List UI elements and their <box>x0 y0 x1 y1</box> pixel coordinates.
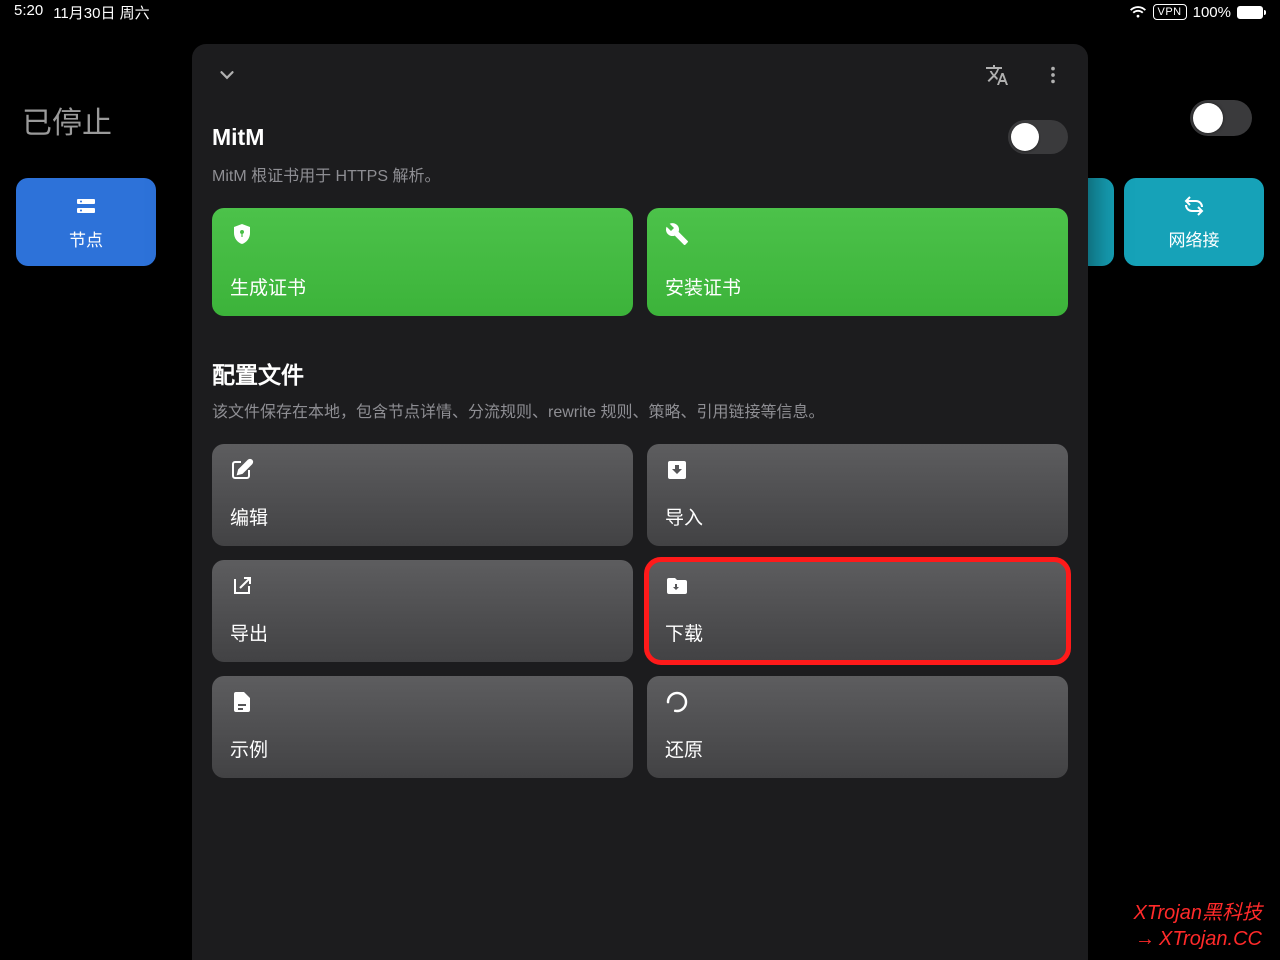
card-label: 导入 <box>665 503 1050 530</box>
reset-icon <box>665 690 689 714</box>
card-label: 还原 <box>665 735 1050 762</box>
generate-cert-button[interactable]: 生成证书 <box>212 208 633 316</box>
export-icon <box>230 574 254 598</box>
settings-panel: MitM MitM 根证书用于 HTTPS 解析。 生成证书 安装证书 配置文件… <box>192 44 1088 960</box>
status-time: 5:20 <box>14 2 43 23</box>
server-icon <box>74 194 98 218</box>
card-label: 示例 <box>230 735 615 762</box>
card-label: 安装证书 <box>665 273 1050 300</box>
config-title: 配置文件 <box>212 356 1068 390</box>
card-label: 编辑 <box>230 503 615 530</box>
edit-button[interactable]: 编辑 <box>212 444 633 546</box>
config-desc: 该文件保存在本地，包含节点详情、分流规则、rewrite 规则、策略、引用链接等… <box>212 398 1068 422</box>
download-button[interactable]: 下载 <box>647 560 1068 662</box>
status-bar: 5:20 11月30日 周六 VPN 100% <box>0 0 1280 24</box>
collapse-button[interactable] <box>212 60 242 90</box>
folder-download-icon <box>665 574 689 598</box>
mitm-desc: MitM 根证书用于 HTTPS 解析。 <box>212 162 1068 186</box>
mitm-title: MitM <box>212 124 264 151</box>
vpn-badge: VPN <box>1153 4 1187 20</box>
more-button[interactable] <box>1038 60 1068 90</box>
sample-button[interactable]: 示例 <box>212 676 633 778</box>
page-title: 已停止 <box>22 98 112 142</box>
main-toggle[interactable] <box>1190 100 1252 136</box>
card-label: 导出 <box>230 619 615 646</box>
status-date: 11月30日 周六 <box>53 2 149 23</box>
network-icon <box>1182 194 1206 218</box>
card-label: 生成证书 <box>230 273 615 300</box>
install-cert-button[interactable]: 安装证书 <box>647 208 1068 316</box>
export-button[interactable]: 导出 <box>212 560 633 662</box>
tab-nodes[interactable]: 节点 <box>16 178 156 266</box>
battery-icon <box>1237 6 1266 19</box>
card-label: 下载 <box>665 619 1050 646</box>
reset-button[interactable]: 还原 <box>647 676 1068 778</box>
shield-key-icon <box>230 222 254 246</box>
translate-button[interactable] <box>982 60 1012 90</box>
battery-pct: 100% <box>1193 4 1231 21</box>
edit-icon <box>230 458 254 482</box>
tab-label: 网络接 <box>1169 226 1220 251</box>
wifi-icon <box>1129 5 1147 19</box>
file-icon <box>230 690 254 714</box>
import-icon <box>665 458 689 482</box>
wrench-icon <box>665 222 689 246</box>
mitm-toggle[interactable] <box>1008 120 1068 154</box>
tab-network[interactable]: 网络接 <box>1124 178 1264 266</box>
import-button[interactable]: 导入 <box>647 444 1068 546</box>
tab-label: 节点 <box>69 226 103 251</box>
